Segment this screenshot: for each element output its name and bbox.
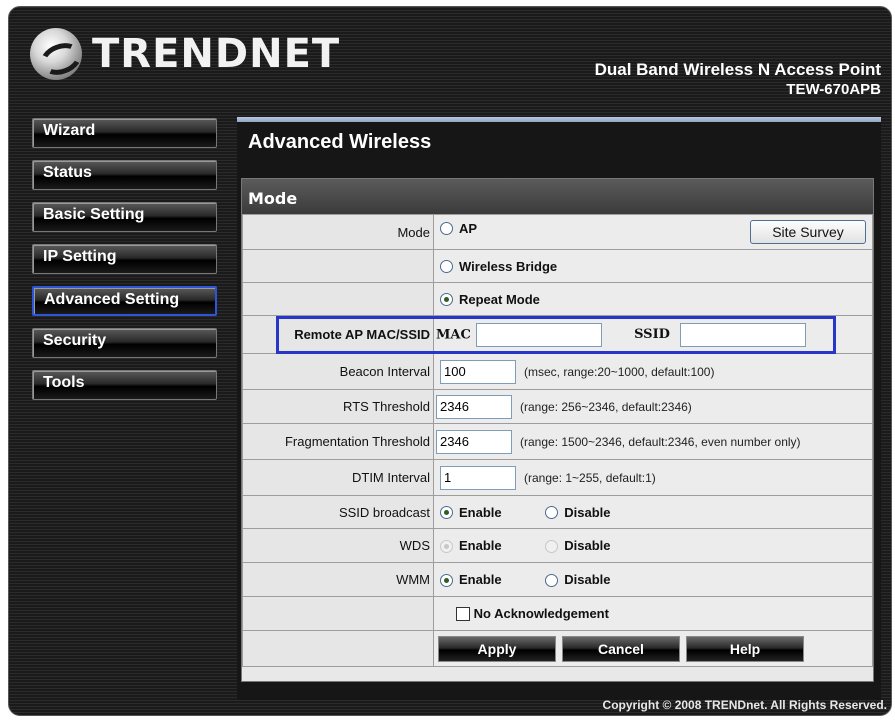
settings-table: Mode AP Site Survey Wireless Bridge Repe… bbox=[242, 214, 873, 667]
ssid-broadcast-enable-label: Enable bbox=[459, 505, 502, 521]
dtim-interval-input[interactable] bbox=[440, 465, 516, 490]
ssid-broadcast-label: SSID broadcast bbox=[242, 495, 434, 529]
section-header: Mode bbox=[242, 179, 873, 214]
mode-form: Mode Mode AP Site Survey Wireless Bridge… bbox=[241, 178, 874, 682]
wmm-disable-radio[interactable] bbox=[545, 573, 559, 587]
mac-input[interactable] bbox=[476, 322, 603, 347]
mode-repeat-label: Repeat Mode bbox=[459, 292, 540, 308]
sidebar-nav: Wizard Status Basic Setting IP Setting A… bbox=[32, 118, 217, 412]
trendnet-logo-icon bbox=[30, 28, 82, 80]
wds-enable-radio bbox=[440, 539, 453, 553]
fragmentation-threshold-hint: (range: 1500~2346, default:2346, even nu… bbox=[520, 434, 801, 449]
dtim-interval-hint: (range: 1~255, default:1) bbox=[524, 470, 656, 485]
sidebar-item-ip-setting[interactable]: IP Setting bbox=[32, 244, 217, 274]
dtim-interval-label: DTIM Interval bbox=[242, 459, 434, 496]
sidebar-item-wizard[interactable]: Wizard bbox=[32, 118, 217, 148]
ssid-broadcast-enable-radio[interactable] bbox=[440, 506, 453, 520]
beacon-interval-label: Beacon Interval bbox=[242, 353, 434, 390]
wmm-enable-radio[interactable] bbox=[440, 573, 453, 587]
mode-label: Mode bbox=[242, 214, 434, 250]
wds-disable-label: Disable bbox=[564, 538, 611, 554]
wds-label: WDS bbox=[242, 528, 434, 563]
site-survey-button[interactable]: Site Survey bbox=[750, 220, 866, 244]
mac-label: MAC bbox=[436, 327, 471, 342]
wmm-disable-label: Disable bbox=[564, 572, 611, 588]
mode-wireless-bridge-label: Wireless Bridge bbox=[459, 259, 558, 275]
sidebar-item-tools[interactable]: Tools bbox=[32, 370, 217, 400]
ssid-broadcast-disable-label: Disable bbox=[564, 505, 611, 521]
beacon-interval-hint: (msec, range:20~1000, default:100) bbox=[524, 364, 715, 379]
content-top-bar bbox=[237, 117, 881, 122]
product-model: TEW-670APB bbox=[786, 81, 881, 98]
mode-ap-label: AP bbox=[459, 221, 478, 237]
cancel-button[interactable]: Cancel bbox=[562, 635, 680, 662]
fragmentation-threshold-input[interactable] bbox=[436, 429, 512, 454]
fragmentation-threshold-label: Fragmentation Threshold bbox=[242, 423, 434, 460]
logo-text: TRENDNET bbox=[92, 31, 341, 77]
product-title: Dual Band Wireless N Access Point TEW-67… bbox=[595, 60, 881, 98]
help-button[interactable]: Help bbox=[686, 635, 804, 662]
wds-disable-radio bbox=[545, 539, 559, 553]
sidebar-item-security[interactable]: Security bbox=[32, 328, 217, 358]
wmm-label: WMM bbox=[242, 562, 434, 597]
wmm-enable-label: Enable bbox=[459, 572, 502, 588]
rts-threshold-label: RTS Threshold bbox=[242, 389, 434, 424]
ssid-label: SSID bbox=[634, 327, 670, 342]
rts-threshold-hint: (range: 256~2346, default:2346) bbox=[520, 399, 692, 414]
wds-enable-label: Enable bbox=[459, 538, 502, 554]
mode-repeat-radio[interactable] bbox=[440, 293, 453, 307]
product-name: Dual Band Wireless N Access Point bbox=[594, 60, 881, 79]
sidebar-item-status[interactable]: Status bbox=[32, 160, 217, 190]
remote-ap-label: Remote AP MAC/SSID bbox=[242, 315, 434, 354]
page-title: Advanced Wireless bbox=[248, 131, 432, 153]
ssid-input[interactable] bbox=[679, 322, 806, 347]
beacon-interval-input[interactable] bbox=[440, 359, 516, 384]
rts-threshold-input[interactable] bbox=[436, 394, 512, 419]
sidebar-item-basic-setting[interactable]: Basic Setting bbox=[32, 202, 217, 232]
ssid-broadcast-disable-radio[interactable] bbox=[545, 506, 559, 520]
mode-ap-radio[interactable] bbox=[440, 222, 453, 236]
logo: TRENDNET bbox=[30, 28, 340, 80]
apply-button[interactable]: Apply bbox=[438, 635, 556, 662]
mode-wireless-bridge-radio[interactable] bbox=[440, 260, 453, 274]
no-acknowledgement-label: No Acknowledgement bbox=[473, 606, 609, 622]
sidebar-item-advanced-setting[interactable]: Advanced Setting bbox=[32, 286, 217, 316]
copyright-text: Copyright © 2008 TRENDnet. All Rights Re… bbox=[602, 698, 887, 712]
no-acknowledgement-checkbox[interactable] bbox=[456, 607, 470, 622]
